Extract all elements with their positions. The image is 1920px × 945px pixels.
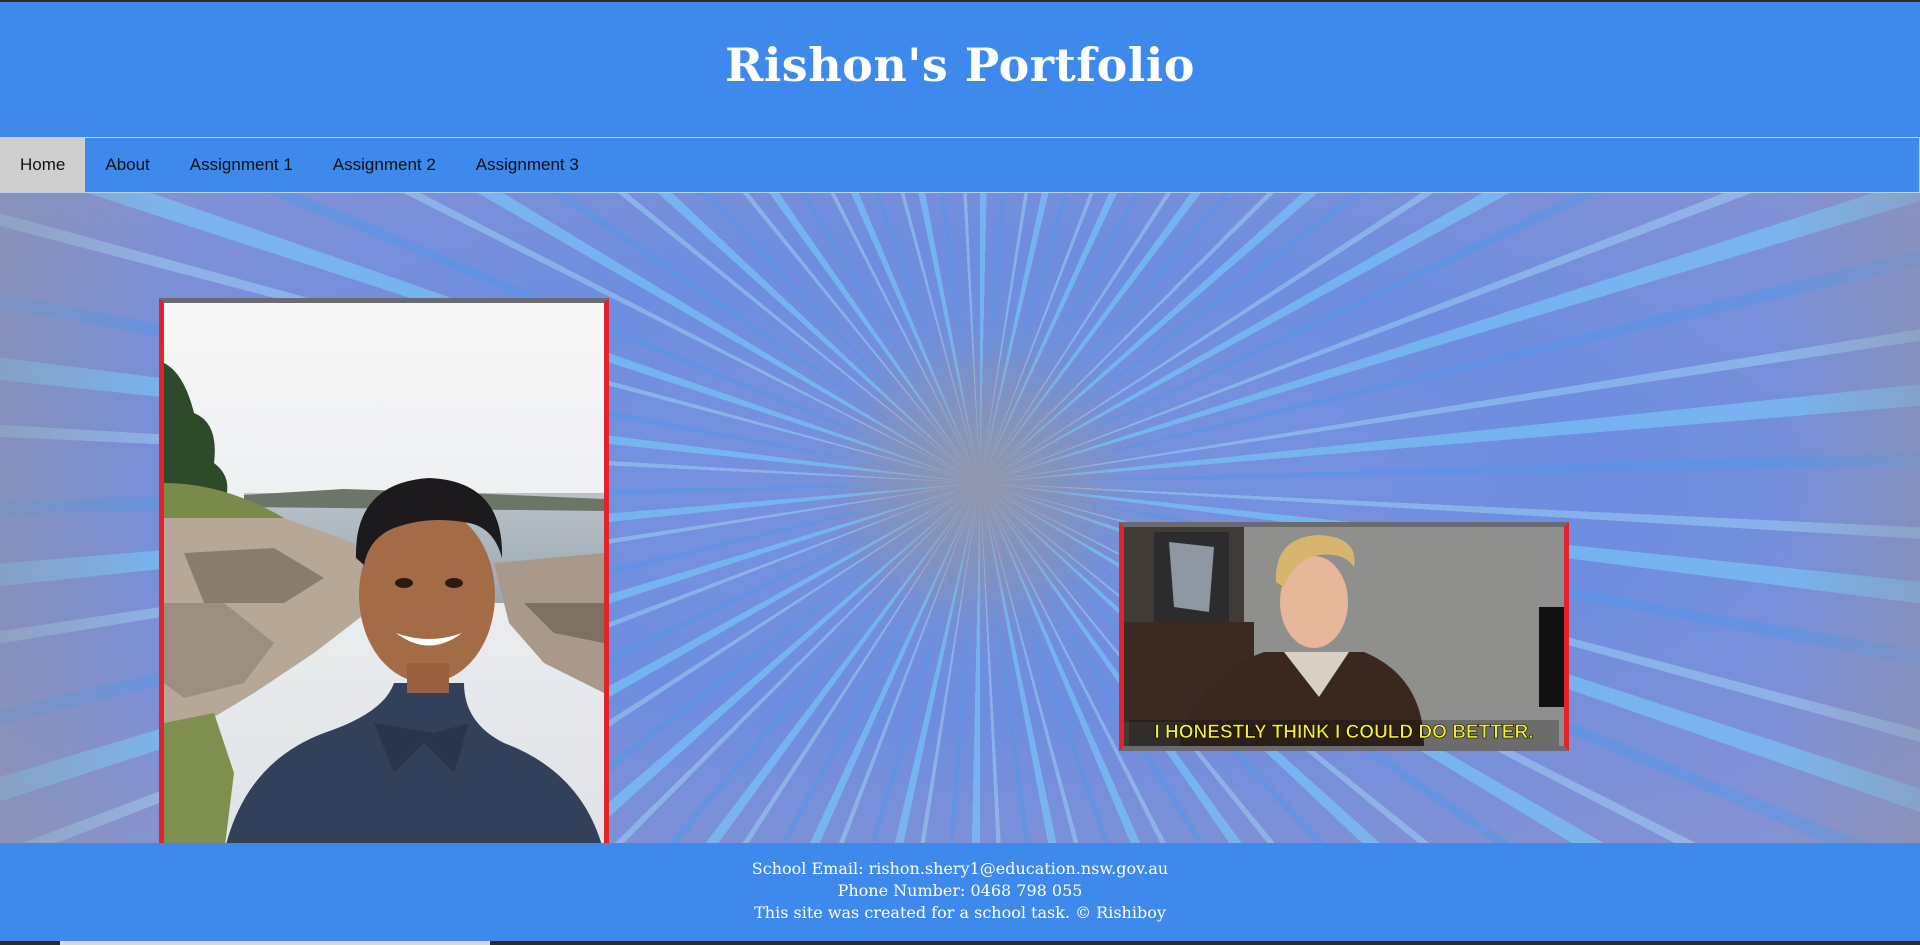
browser-bottom-edge: [0, 941, 1920, 945]
reaction-gif: I HONESTLY THINK I COULD DO BETTER.: [1119, 522, 1569, 751]
portrait-photo: [159, 298, 609, 843]
hero-section: I HONESTLY THINK I COULD DO BETTER.: [0, 193, 1920, 843]
gif-caption: I HONESTLY THINK I COULD DO BETTER.: [1155, 722, 1534, 743]
reaction-gif-image: I HONESTLY THINK I COULD DO BETTER.: [1124, 527, 1564, 746]
footer-email: School Email: rishon.shery1@education.ns…: [751, 859, 1169, 878]
nav-assignment-1[interactable]: Assignment 1: [170, 138, 313, 192]
scrollbar-thumb[interactable]: [60, 941, 490, 945]
portrait-image: [164, 303, 604, 843]
nav-assignment-3[interactable]: Assignment 3: [456, 138, 599, 192]
site-header: Rishon's Portfolio: [0, 2, 1920, 137]
top-navigation: Home About Assignment 1 Assignment 2 Ass…: [0, 137, 1920, 193]
footer-credit: This site was created for a school task.…: [754, 903, 1166, 922]
site-footer: School Email: rishon.shery1@education.ns…: [0, 843, 1920, 945]
nav-assignment-2[interactable]: Assignment 2: [313, 138, 456, 192]
nav-home[interactable]: Home: [0, 138, 86, 192]
nav-about[interactable]: About: [85, 138, 169, 192]
footer-phone: Phone Number: 0468 798 055: [837, 881, 1083, 900]
page-title: Rishon's Portfolio: [725, 37, 1195, 92]
